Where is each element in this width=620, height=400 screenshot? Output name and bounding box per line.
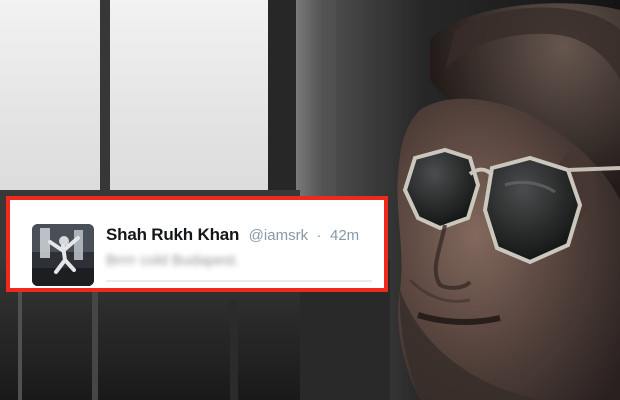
scene: Shah Rukh Khan @iamsrk · 42m Brrrr cold … <box>0 0 620 400</box>
tweet-header: Shah Rukh Khan @iamsrk · 42m <box>106 224 359 247</box>
tweet-highlight-box: Shah Rukh Khan @iamsrk · 42m Brrrr cold … <box>6 196 388 292</box>
separator-dot: · <box>316 227 322 244</box>
author-name[interactable]: Shah Rukh Khan <box>106 225 239 244</box>
author-handle[interactable]: @iamsrk <box>249 227 308 244</box>
profile-photo-icon <box>32 224 94 286</box>
avatar[interactable] <box>32 224 94 286</box>
tweet[interactable]: Shah Rukh Khan @iamsrk · 42m Brrrr cold … <box>10 200 384 288</box>
tweet-text-blurred: Brrrr cold Budapest. <box>106 252 240 269</box>
tweet-timestamp[interactable]: 42m <box>330 227 359 244</box>
tweet-divider <box>106 280 372 282</box>
